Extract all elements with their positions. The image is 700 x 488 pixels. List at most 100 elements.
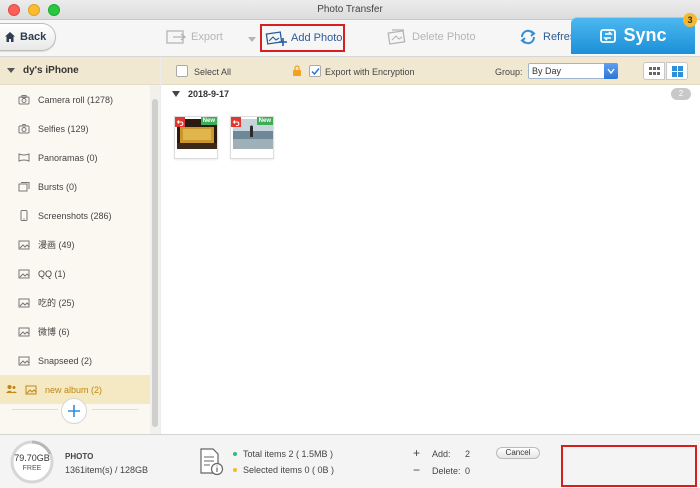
sidebar-item-camera-roll[interactable]: Camera roll (1278) [0, 85, 150, 114]
export-label: Export [191, 31, 223, 43]
shared-people-icon [6, 384, 17, 396]
minus-icon: − [413, 463, 421, 477]
storage-free-label: FREE [22, 465, 42, 472]
select-all-label: Select All [194, 67, 232, 77]
total-items-stat: Total items 2 ( 1.5MB ) [233, 449, 333, 459]
select-all-checkbox[interactable] [176, 65, 188, 77]
status-bar: 79.70GB FREE PHOTO 1361item(s) / 128GB T… [0, 434, 700, 488]
album-label: 漫画 (49) [38, 240, 75, 250]
divider [92, 409, 138, 410]
album-label: new album (2) [45, 384, 103, 395]
album-label: 吃的 (25) [38, 298, 75, 308]
sidebar-item-screenshots[interactable]: Screenshots (286) [0, 201, 150, 230]
panorama-icon [18, 153, 30, 162]
checkmark-icon [310, 67, 320, 75]
date-group-count-badge: 2 [671, 88, 691, 100]
album-icon [18, 269, 30, 279]
collapse-triangle-icon[interactable] [172, 91, 180, 97]
new-badge: New [256, 117, 273, 125]
album-list: Camera roll (1278) Selfies (129) Panoram… [0, 85, 150, 404]
back-button[interactable]: Back [0, 23, 56, 51]
delete-photo-icon [387, 29, 406, 45]
device-header[interactable]: dy's iPhone [0, 57, 160, 85]
album-icon [18, 356, 30, 366]
total-items-text: Total items 2 ( 1.5MB ) [243, 449, 334, 459]
delete-photo-button[interactable]: Delete Photo [386, 28, 476, 46]
album-label: Selfies (129) [38, 123, 89, 134]
album-label: Screenshots (286) [38, 210, 112, 221]
sidebar-item-manhua[interactable]: 漫画 (49) [0, 230, 150, 259]
plus-icon: + [413, 446, 421, 460]
divider [12, 409, 58, 410]
album-label: Camera roll (1278) [38, 94, 114, 105]
cancel-button[interactable]: Cancel [496, 447, 540, 459]
export-button[interactable]: Export [165, 28, 223, 46]
collapse-triangle-icon[interactable] [7, 68, 15, 73]
add-count-value: 2 [465, 449, 471, 459]
back-label: Back [20, 31, 47, 43]
undo-badge-icon [175, 117, 185, 127]
list-view-button[interactable] [643, 62, 665, 80]
sidebar-item-weibo[interactable]: 微博 (6) [0, 317, 150, 346]
sidebar-scrollbar[interactable] [150, 85, 160, 434]
sync-icon [600, 28, 617, 43]
add-album-button[interactable] [61, 398, 87, 424]
undo-badge-icon [231, 117, 241, 127]
photo-thumbnail[interactable]: New [174, 116, 218, 159]
sidebar-item-qq[interactable]: QQ (1) [0, 259, 150, 288]
green-dot-icon [233, 452, 237, 456]
photo-thumbnail[interactable]: New [230, 116, 274, 159]
category-label: PHOTO [65, 452, 94, 461]
sidebar-item-bursts[interactable]: Bursts (0) [0, 172, 150, 201]
sidebar-item-selfies[interactable]: Selfies (129) [0, 114, 150, 143]
storage-ring: 79.70GB FREE [9, 439, 55, 485]
grid-view-button[interactable] [666, 62, 688, 80]
home-icon [5, 32, 15, 42]
phone-icon [20, 210, 28, 221]
camera-icon [18, 95, 30, 105]
add-photo-label: Add Photo [291, 32, 343, 44]
delete-count-value: 0 [465, 466, 471, 476]
refresh-icon [520, 29, 536, 45]
export-encryption-label: Export with Encryption [325, 67, 415, 77]
delete-count-label: Delete: [432, 466, 461, 476]
chevron-down-icon[interactable] [604, 63, 618, 79]
add-photo-button[interactable]: Add Photo [260, 24, 345, 52]
document-info-icon [200, 448, 224, 476]
date-group-header[interactable]: 2018-9-17 [172, 89, 229, 99]
album-label: Bursts (0) [38, 181, 78, 192]
content-toolbar: Select All Export with Encryption Group:… [161, 57, 700, 85]
selected-items-stat: Selected items 0 ( 0B ) [233, 465, 334, 475]
album-icon [18, 327, 30, 337]
album-label: 微博 (6) [38, 327, 70, 337]
sidebar-item-panoramas[interactable]: Panoramas (0) [0, 143, 150, 172]
delete-photo-label: Delete Photo [412, 31, 476, 43]
sync-button[interactable]: Sync [571, 17, 695, 54]
group-label: Group: [495, 67, 523, 77]
album-label: Snapseed (2) [38, 355, 93, 366]
album-label: QQ (1) [38, 268, 66, 279]
group-select[interactable]: By Day [528, 63, 618, 79]
album-icon [25, 385, 37, 395]
plus-icon [68, 405, 80, 417]
selfie-icon [18, 124, 30, 134]
add-photo-icon [265, 31, 287, 46]
sidebar-item-chide[interactable]: 吃的 (25) [0, 288, 150, 317]
sync-count-badge: 3 [683, 13, 697, 27]
album-icon [18, 298, 30, 308]
sync-label: Sync [623, 25, 667, 45]
sidebar-item-snapseed[interactable]: Snapseed (2) [0, 346, 150, 375]
sidebar: dy's iPhone Camera roll (1278) Selfies (… [0, 57, 160, 434]
grid-view-icon [671, 65, 683, 77]
export-icon [166, 30, 187, 44]
export-dropdown-icon[interactable] [248, 37, 256, 42]
export-encryption-checkbox[interactable] [309, 65, 321, 77]
window-title: Photo Transfer [317, 4, 383, 15]
album-icon [18, 240, 30, 250]
sync-highlight-frame [561, 445, 697, 487]
usage-text: 1361item(s) / 128GB [65, 465, 149, 475]
lock-icon [293, 65, 301, 76]
sidebar-scrollbar-thumb[interactable] [152, 99, 158, 427]
list-view-icon [648, 66, 660, 75]
album-label: Panoramas (0) [38, 152, 98, 163]
